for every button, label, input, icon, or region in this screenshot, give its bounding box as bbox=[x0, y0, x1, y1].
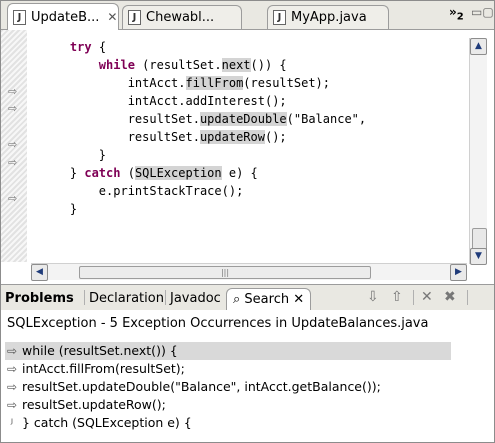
scroll-left-icon[interactable]: ◀ bbox=[31, 264, 48, 281]
tab-divider bbox=[165, 290, 166, 305]
code-line[interactable]: intAcct.fillFrom(resultSet); bbox=[41, 74, 366, 92]
remove-match-icon[interactable]: ✕ bbox=[421, 289, 433, 305]
editor-tab-bar: J UpdateB... ✕ J Chewabl... J MyApp.java… bbox=[1, 1, 494, 30]
occurrence-arrow-icon: ⇨ bbox=[6, 344, 18, 358]
java-file-icon: J bbox=[13, 9, 26, 25]
search-result-row[interactable]: ⇨ intAcct.fillFrom(resultSet); bbox=[5, 360, 185, 378]
search-result-row[interactable]: ⇨ resultSet.updateDouble("Balance", intA… bbox=[5, 378, 381, 396]
remove-all-matches-icon[interactable]: ✖ bbox=[444, 289, 456, 305]
code-token: ()) { bbox=[250, 58, 287, 72]
overflow-count: 2 bbox=[456, 11, 464, 23]
code-token: e) { bbox=[221, 166, 258, 180]
horizontal-scrollbar[interactable]: ◀ ||| ▶ bbox=[31, 263, 467, 281]
result-text: while (resultSet.next()) { bbox=[22, 343, 178, 358]
code-line[interactable]: intAcct.addInterest(); bbox=[41, 92, 366, 110]
previous-match-icon[interactable]: ⇧ bbox=[391, 289, 403, 305]
code-line[interactable]: resultSet.updateDouble("Balance", bbox=[41, 110, 366, 128]
java-file-icon: J bbox=[273, 10, 286, 25]
occurrence-marker-icon: ⇨ bbox=[8, 192, 18, 205]
scroll-right-icon[interactable]: ▶ bbox=[450, 264, 467, 281]
tab-declaration[interactable]: Declaration bbox=[89, 288, 164, 309]
tab-label: MyApp.java bbox=[291, 10, 367, 25]
tab-javadoc[interactable]: Javadoc bbox=[170, 288, 221, 309]
search-summary: SQLException - 5 Exception Occurrences i… bbox=[7, 316, 429, 331]
occurrence-marker-icon: ⇨ bbox=[8, 156, 18, 169]
editor-left-ruler: ⇨ ⇨ ⇨ ⇨ ⇨ bbox=[1, 30, 27, 262]
code-token: (resultSet. bbox=[134, 58, 222, 72]
close-tab-icon[interactable]: ✕ bbox=[293, 292, 304, 307]
code-token: resultSet. bbox=[127, 112, 200, 126]
code-line[interactable]: e.printStackTrace(); bbox=[41, 182, 366, 200]
next-match-icon[interactable]: ⇩ bbox=[367, 289, 379, 305]
scroll-down-icon[interactable]: ▼ bbox=[470, 248, 487, 265]
close-tab-icon[interactable]: ✕ bbox=[107, 10, 117, 24]
search-result-row[interactable]: ᴶ } catch (SQLException e) { bbox=[5, 414, 192, 432]
search-tab-label: Search bbox=[244, 292, 290, 307]
bottom-view-tab-bar: Problems Declaration Javadoc ⌕ Search ✕ … bbox=[1, 284, 494, 311]
code-line[interactable]: } bbox=[41, 146, 366, 164]
flashlight-icon: ⌕ bbox=[233, 292, 241, 307]
occurrence-marker-icon: ⇨ bbox=[8, 85, 18, 98]
search-result-row[interactable]: ⇨ while (resultSet.next()) { bbox=[5, 342, 451, 360]
code-line[interactable]: } catch (SQLException e) { bbox=[41, 164, 366, 182]
code-text[interactable]: try { while (resultSet.next()) { intAcct… bbox=[41, 38, 366, 218]
java-file-icon: J bbox=[128, 10, 141, 25]
result-text: intAcct.fillFrom(resultSet); bbox=[22, 361, 185, 376]
result-text: resultSet.updateDouble("Balance", intAcc… bbox=[22, 379, 381, 394]
code-occurrence: updateRow bbox=[199, 130, 265, 144]
tab-myapp[interactable]: J MyApp.java bbox=[267, 5, 389, 29]
code-token: ( bbox=[120, 166, 135, 180]
search-results-panel: SQLException - 5 Exception Occurrences i… bbox=[1, 310, 494, 441]
occurrence-arrow-icon: ⇨ bbox=[6, 362, 18, 376]
code-line[interactable]: try { bbox=[41, 38, 366, 56]
code-line[interactable]: } bbox=[41, 200, 366, 218]
tab-problems[interactable]: Problems bbox=[5, 288, 74, 309]
code-occurrence: fillFrom bbox=[185, 76, 244, 90]
code-editor[interactable]: ⇨ ⇨ ⇨ ⇨ ⇨ try { while (resultSet.next())… bbox=[1, 30, 494, 281]
tab-search[interactable]: ⌕ Search ✕ bbox=[226, 288, 312, 310]
tab-label: Chewabl... bbox=[146, 10, 215, 25]
code-line[interactable]: resultSet.updateRow(); bbox=[41, 128, 366, 146]
code-token: intAcct.addInterest(); bbox=[127, 94, 287, 108]
occurrence-marker-icon: ⇨ bbox=[8, 138, 18, 151]
code-token: } bbox=[69, 166, 85, 180]
code-keyword: while bbox=[98, 58, 135, 72]
code-occurrence: next bbox=[221, 58, 251, 72]
code-token: ("Balance", bbox=[286, 112, 367, 126]
code-keyword: catch bbox=[84, 166, 121, 180]
tab-overflow-button[interactable]: »2 bbox=[449, 5, 464, 22]
occurrence-arrow-icon: ⇨ bbox=[6, 380, 18, 394]
scroll-up-icon[interactable]: ▲ bbox=[470, 38, 487, 55]
tab-updatebalances[interactable]: J UpdateB... ✕ bbox=[7, 3, 119, 30]
occurrence-marker-icon: ⇨ bbox=[8, 102, 18, 115]
code-token: (resultSet); bbox=[243, 76, 330, 90]
code-token: (); bbox=[264, 130, 287, 144]
minimize-maximize-icons[interactable]: ▭▢ bbox=[471, 5, 494, 19]
code-line[interactable]: while (resultSet.next()) { bbox=[41, 56, 366, 74]
toolbar-divider bbox=[413, 290, 414, 305]
chevron-double-right-icon: » bbox=[449, 5, 457, 19]
catch-block-icon: ᴶ bbox=[10, 416, 14, 430]
tab-chewable[interactable]: J Chewabl... bbox=[122, 5, 242, 29]
code-token: e.printStackTrace(); bbox=[98, 184, 244, 198]
vertical-scrollbar[interactable]: ▲ ▼ bbox=[469, 38, 487, 265]
code-token: { bbox=[91, 40, 107, 54]
code-keyword: try bbox=[69, 40, 92, 54]
horizontal-scroll-thumb[interactable]: ||| bbox=[79, 266, 371, 279]
code-token: } bbox=[98, 148, 107, 162]
occurrence-arrow-icon: ⇨ bbox=[6, 398, 18, 412]
search-result-row[interactable]: ⇨ resultSet.updateRow(); bbox=[5, 396, 166, 414]
code-token: } bbox=[69, 202, 78, 216]
toolbar-divider bbox=[467, 290, 468, 305]
code-token: resultSet. bbox=[127, 130, 200, 144]
tab-divider bbox=[84, 290, 85, 305]
result-text: } catch (SQLException e) { bbox=[22, 415, 192, 430]
result-text: resultSet.updateRow(); bbox=[22, 397, 166, 412]
code-token: intAcct. bbox=[127, 76, 186, 90]
code-occurrence: SQLException bbox=[134, 166, 222, 180]
tab-label: UpdateB... bbox=[31, 9, 100, 25]
code-occurrence: updateDouble bbox=[199, 112, 287, 126]
